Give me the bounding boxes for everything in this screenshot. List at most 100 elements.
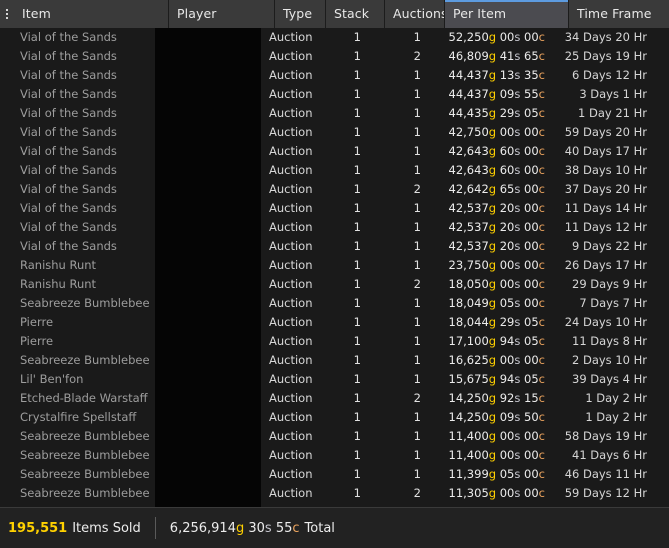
cell-item-name: Etched-Blade Warstaff [20,391,148,405]
table-row[interactable]: Vial of the Sands Auction 1 1 52,250g 00s 00… [0,28,669,47]
cell-stack: 1 [353,144,361,158]
cell-player [155,256,261,275]
cell-player [155,66,261,85]
column-header-player[interactable]: Player [169,0,275,28]
cell-per-item-price: 44,437g 09s 55c [431,85,555,104]
cell-item-name: Vial of the Sands [20,201,117,215]
price-copper-value: 00 [524,467,539,481]
table-row[interactable]: Vial of the Sands Auction 1 1 44,435g 29s 05… [0,104,669,123]
cell-player [155,85,261,104]
table-row[interactable]: Vial of the Sands Auction 1 1 42,537g 20s 00… [0,199,669,218]
cell-stack: 1 [353,315,361,329]
price-silver-value: 00 [499,486,515,500]
price-gold-value: 11,400 [448,448,489,462]
cell-auctions: 2 [413,486,421,500]
price-silver-value: 00 [499,30,515,44]
silver-icon: s [514,201,521,215]
price-silver-value: 09 [499,410,515,424]
cell-type: Auction [269,410,312,424]
copper-icon: c [538,30,545,44]
column-header-auctions[interactable]: Auctions [385,0,445,28]
table-row[interactable]: Seabreeze Bumblebee Auction 1 1 11,400g 00s … [0,446,669,465]
cell-item-name: Seabreeze Bumblebee [20,448,150,462]
gold-icon: g [488,163,497,177]
table-row[interactable]: Lil' Ben'fon Auction 1 1 15,675g 94s 05c 39 D… [0,370,669,389]
table-row[interactable]: Ranishu Runt Auction 1 2 18,050g 00s 00c 29 D… [0,275,669,294]
cell-player [155,180,261,199]
cell-stack: 1 [353,239,361,253]
table-row[interactable]: Vial of the Sands Auction 1 1 42,537g 20s 00… [0,218,669,237]
price-copper-value: 05 [524,106,539,120]
gold-icon: g [488,125,497,139]
column-header-stack[interactable]: Stack [326,0,385,28]
drag-handle-icon[interactable] [0,0,14,28]
column-header-time-frame[interactable]: Time Frame [569,0,669,28]
table-row[interactable]: Crystalfire Spellstaff Auction 1 1 14,250g 0… [0,408,669,427]
cell-player [155,275,261,294]
table-row[interactable]: Vial of the Sands Auction 1 1 42,537g 20s 00… [0,237,669,256]
cell-type: Auction [269,486,312,500]
table-row[interactable]: Vial of the Sands Auction 1 1 42,643g 60s 00… [0,142,669,161]
cell-time-frame: 40 Days 17 Hr [564,144,647,158]
total-summary: 6,256,914g 30s 55c Total [170,521,335,536]
table-row[interactable]: Vial of the Sands Auction 1 1 44,437g 13s 35… [0,66,669,85]
price-gold-value: 46,809 [448,49,489,63]
table-row[interactable]: Vial of the Sands Auction 1 1 44,437g 09s 55… [0,85,669,104]
table-row[interactable]: Seabreeze BumblebeeAuction1111,300g 01s … [0,503,669,507]
table-row[interactable]: Seabreeze Bumblebee Auction 1 1 16,625g 00s … [0,351,669,370]
table-row[interactable]: Vial of the Sands Auction 1 1 42,643g 60s 00… [0,161,669,180]
table-row[interactable]: Pierre Auction 1 1 18,044g 29s 05c 24 Days 10… [0,313,669,332]
table-row[interactable]: Vial of the Sands Auction 1 2 46,809g 41s 65… [0,47,669,66]
cell-player [155,351,261,370]
cell-stack: 1 [353,106,361,120]
silver-icon: s [514,106,521,120]
cell-stack: 1 [353,372,361,386]
table-row[interactable]: Pierre Auction 1 1 17,100g 94s 05c 11 Days 8 … [0,332,669,351]
table-row[interactable]: Seabreeze Bumblebee Auction 1 1 18,049g 05s … [0,294,669,313]
footer-divider [154,517,156,539]
cell-stack: 1 [353,448,361,462]
column-header-type[interactable]: Type [275,0,326,28]
cell-item-name: Seabreeze Bumblebee [20,296,150,310]
price-copper-value: 00 [524,163,539,177]
cell-auctions: 1 [371,503,431,507]
cell-type: Auction [269,258,312,272]
table-row[interactable]: Seabreeze Bumblebee Auction 1 2 11,305g 00s … [0,484,669,503]
column-header-item[interactable]: Item [14,0,169,28]
summary-footer: 195,551 Items Sold 6,256,914g 30s 55c To… [0,507,669,548]
column-header-per-item[interactable]: Per Item [445,0,569,28]
table-row[interactable]: Vial of the Sands Auction 1 2 42,642g 65s 00… [0,180,669,199]
cell-type: Auction [269,144,312,158]
gold-icon: g [488,372,497,386]
copper-icon: c [538,448,545,462]
table-row[interactable]: Seabreeze Bumblebee Auction 1 1 11,400g 00s … [0,427,669,446]
price-copper-value: 00 [524,486,539,500]
auction-table-body[interactable]: Vial of the Sands Auction 1 1 52,250g 00s 00… [0,28,669,507]
price-gold-value: 11,300 [449,505,489,507]
cell-type: Auction [269,372,312,386]
cell-item-name: Lil' Ben'fon [20,372,84,386]
table-row[interactable]: Ranishu Runt Auction 1 1 23,750g 00s 00c 26 D… [0,256,669,275]
price-copper-value: 00 [524,353,539,367]
table-row[interactable]: Etched-Blade Warstaff Auction 1 2 14,250g 92… [0,389,669,408]
price-gold-value: 44,437 [448,68,489,82]
cell-per-item-price: 44,435g 29s 05c [431,104,555,123]
silver-icon: s [514,391,521,405]
price-silver-value: 05 [499,467,515,481]
table-row[interactable]: Seabreeze Bumblebee Auction 1 1 11,399g 05s … [0,465,669,484]
price-silver-value: 92 [499,391,515,405]
price-gold-value: 18,050 [448,277,489,291]
cell-per-item-price: 11,305g 00s 00c [431,484,555,503]
cell-item-name: Vial of the Sands [20,144,117,158]
gold-icon: g [488,334,497,348]
gold-icon: g [489,505,496,507]
price-silver-value: 00 [499,429,515,443]
cell-auctions: 1 [413,163,421,177]
price-copper-value: 35 [524,68,539,82]
cell-time-frame: 26 Days 17 Hr [564,258,647,272]
cell-time-frame: 25 Days 19 Hr [564,49,647,63]
cell-time-frame: 6 Days 12 Hr [572,68,647,82]
table-row[interactable]: Vial of the Sands Auction 1 1 42,750g 00s 00… [0,123,669,142]
cell-stack: 1 [353,201,361,215]
copper-icon: c [538,239,545,253]
